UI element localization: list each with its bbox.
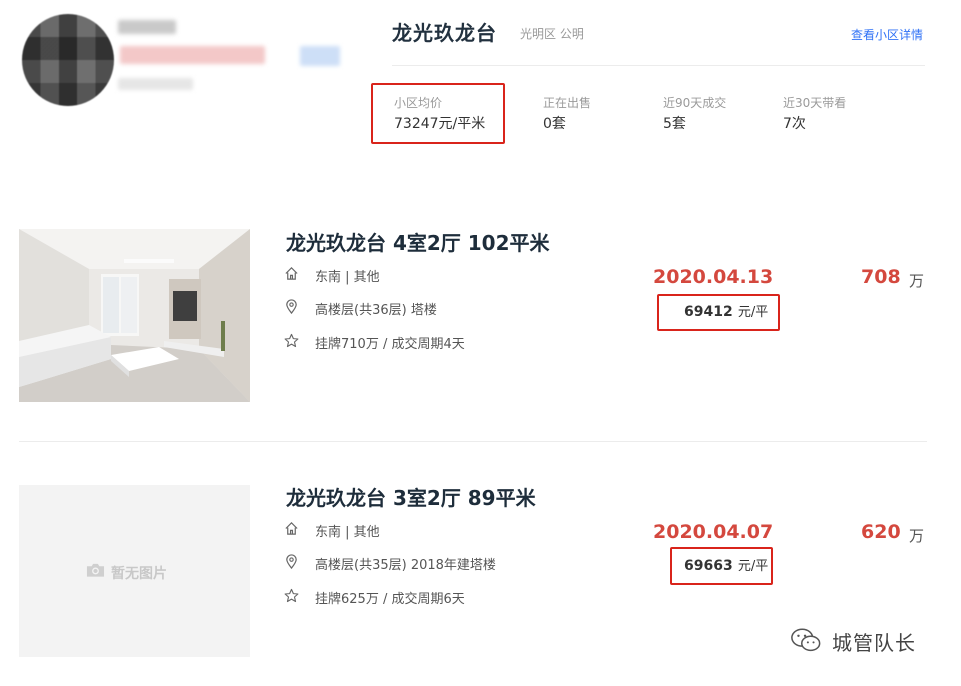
avatar: [22, 14, 114, 106]
listing-info: 挂牌710万 / 成交周期4天: [315, 337, 465, 352]
blurred-badge: [300, 46, 340, 66]
blurred-subtext: [118, 78, 193, 90]
deal-price: 620: [861, 521, 901, 543]
listing-info: 挂牌625万 / 成交周期6天: [315, 592, 465, 607]
unit-price-value: 69663: [684, 558, 733, 574]
deal-date: 2020.04.13: [653, 266, 774, 288]
listing-orientation: 东南 | 其他: [315, 270, 380, 285]
listing-title[interactable]: 龙光玖龙台 4室2厅 102平米: [286, 227, 550, 256]
stat-30day-visits-label: 近30天带看: [783, 96, 847, 110]
unit-price-suffix: 元/平: [737, 305, 769, 320]
unit-price: 69412 元/平: [684, 301, 768, 320]
deal-date: 2020.04.07: [653, 521, 774, 543]
stat-on-sale-label: 正在出售: [543, 96, 592, 110]
stat-90day-deals-value: 5套: [663, 116, 686, 132]
camera-icon: [86, 563, 105, 577]
deal-price: 708: [861, 266, 901, 288]
community-detail-link[interactable]: 查看小区详情: [851, 26, 923, 43]
listing-floor: 高楼层(共36层) 塔楼: [315, 303, 437, 318]
wechat-icon: [791, 628, 821, 652]
community-district: 光明区 公明: [520, 27, 584, 41]
home-icon: [285, 267, 298, 280]
stat-30day-visits-value: 7次: [783, 116, 806, 132]
deal-price-unit: 万: [909, 272, 925, 290]
listing-floor: 高楼层(共35层) 2018年建塔楼: [315, 558, 496, 573]
location-pin-icon: [286, 299, 297, 314]
stat-avg-price-label: 小区均价: [394, 96, 443, 110]
home-icon: [285, 522, 298, 535]
unit-price-value: 69412: [684, 304, 733, 320]
unit-price: 69663 元/平: [684, 555, 768, 574]
header-divider: [392, 65, 925, 66]
listing-photo[interactable]: [19, 229, 250, 402]
listing-orientation: 东南 | 其他: [315, 525, 380, 540]
community-title: 龙光玖龙台: [392, 21, 497, 45]
living-room-photo: [19, 229, 250, 402]
watermark-text: 城管队长: [832, 631, 916, 655]
stat-avg-price-value: 73247元/平米: [394, 116, 486, 132]
stat-on-sale-value: 0套: [543, 116, 566, 132]
star-icon: [284, 333, 299, 348]
deal-price-unit: 万: [909, 527, 925, 545]
blurred-info: [120, 46, 265, 64]
listing-divider: [19, 441, 927, 442]
blurred-username: [118, 20, 176, 34]
no-image-label: 暂无图片: [111, 566, 167, 582]
stat-90day-deals-label: 近90天成交: [663, 96, 727, 110]
listing-title[interactable]: 龙光玖龙台 3室2厅 89平米: [286, 482, 536, 511]
unit-price-suffix: 元/平: [737, 559, 769, 574]
star-icon: [284, 588, 299, 603]
location-pin-icon: [286, 554, 297, 569]
